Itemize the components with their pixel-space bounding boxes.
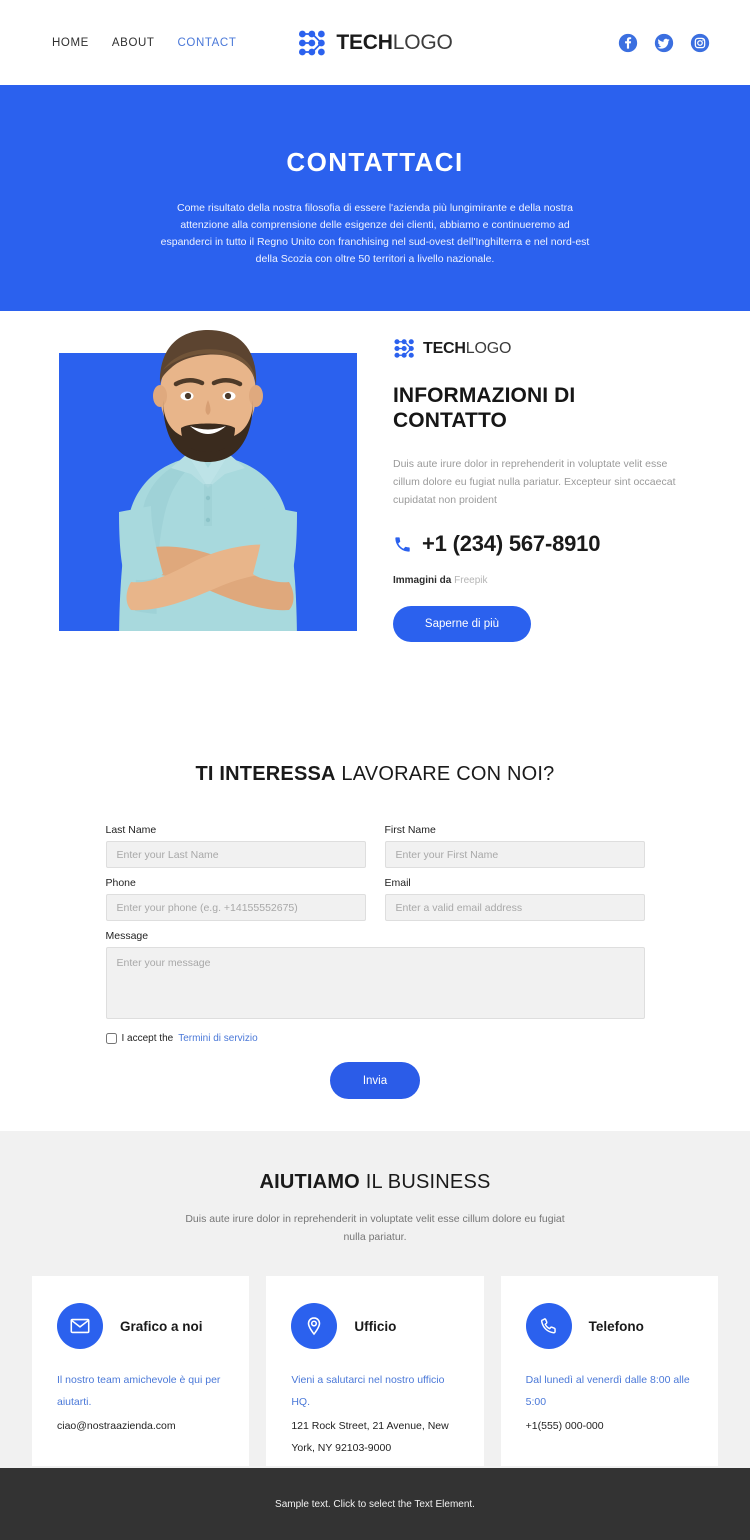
nav-item-about[interactable]: ABOUT (112, 37, 155, 49)
image-credit: Immagini da Freepik (393, 575, 693, 586)
map-pin-glyph-icon (308, 1317, 321, 1336)
envelope-icon (57, 1303, 103, 1349)
techlogo-mark-icon (394, 339, 414, 358)
email-input[interactable] (384, 894, 645, 921)
logo-text-light: LOGO (392, 30, 453, 54)
field-message: Message (105, 930, 645, 1024)
card-detail[interactable]: ciao@nostraazienda.com (57, 1415, 224, 1437)
contact-cards: Grafico a noi Il nostro team amichevole … (32, 1276, 718, 1466)
phone-label: Phone (105, 877, 136, 889)
contact-info-column: TECHLOGO INFORMAZIONI DI CONTATTO Duis a… (393, 338, 693, 642)
hero-paragraph: Come risultato della nostra filosofia di… (160, 202, 590, 265)
help-section: AIUTIAMO IL BUSINESS Duis aute irure dol… (0, 1131, 750, 1494)
card-title: Telefono (588, 1318, 644, 1334)
social-links (618, 33, 710, 53)
learn-more-button[interactable]: Saperne di più (393, 606, 531, 642)
logo-text-bold: TECH (336, 30, 393, 54)
main-nav: HOME ABOUT CONTACT (52, 37, 236, 49)
site-footer: Sample text. Click to select the Text El… (0, 1468, 750, 1540)
image-credit-label: Immagini da (393, 575, 452, 586)
message-textarea[interactable] (105, 947, 645, 1019)
person-illustration (119, 330, 297, 631)
info-logo-text: TECHLOGO (423, 340, 511, 358)
help-subtitle: Duis aute irure dolor in reprehenderit i… (185, 1213, 565, 1243)
nav-item-contact[interactable]: CONTACT (178, 37, 237, 49)
last-name-label: Last Name (105, 824, 157, 836)
form-section-title: TI INTERESSA LAVORARE CON NOI? (0, 763, 750, 786)
field-email: Email (384, 877, 645, 921)
submit-button[interactable]: Invia (330, 1062, 420, 1099)
techlogo-mark-icon (298, 30, 325, 55)
phone-glyph-icon (540, 1318, 556, 1334)
instagram-icon[interactable] (690, 33, 710, 53)
card-title: Grafico a noi (120, 1318, 203, 1334)
accept-terms-checkbox[interactable] (105, 1033, 117, 1044)
phone-icon (525, 1303, 572, 1349)
help-title-rest: IL BUSINESS (359, 1171, 491, 1193)
card-detail: +1(555) 000-000 (525, 1420, 604, 1432)
image-credit-source[interactable]: Freepik (454, 575, 487, 586)
card-header: Grafico a noi (57, 1303, 224, 1349)
info-logo-bold: TECH (423, 339, 466, 357)
first-name-label: First Name (384, 824, 436, 836)
card-description: Dal lunedì al venerdì dalle 8:00 alle 5:… (525, 1374, 690, 1408)
contact-card-phone: Telefono Dal lunedì al venerdì dalle 8:0… (500, 1276, 718, 1466)
phone-icon (395, 536, 410, 552)
phone-input[interactable] (105, 894, 366, 921)
contact-info-section: TECHLOGO INFORMAZIONI DI CONTATTO Duis a… (0, 311, 750, 731)
page-root: HOME ABOUT CONTACT TECHLOGO CONTATTACI C… (0, 0, 750, 1540)
form-title-bold: TI INTERESSA (195, 763, 336, 785)
map-pin-icon (291, 1303, 338, 1349)
phone-number: +1 (234) 567-8910 (422, 531, 601, 556)
terms-acceptance-row: I accept the Termini di servizio (105, 1033, 645, 1044)
contact-card-office: Ufficio Vieni a salutarci nel nostro uff… (266, 1276, 484, 1466)
card-title: Ufficio (354, 1318, 397, 1334)
hero-title: CONTATTACI (286, 147, 464, 177)
phone-row[interactable]: +1 (234) 567-8910 (393, 531, 693, 557)
facebook-icon[interactable] (618, 33, 638, 53)
card-detail: 121 Rock Street, 21 Avenue, New York, NY… (291, 1420, 449, 1454)
nav-item-home[interactable]: HOME (52, 37, 89, 49)
info-lead-text: Duis aute irure dolor in reprehenderit i… (393, 458, 676, 506)
site-header: HOME ABOUT CONTACT TECHLOGO (0, 0, 750, 85)
hero-banner: CONTATTACI Come risultato della nostra f… (0, 85, 750, 311)
contact-form: Last Name First Name Phone Email (105, 824, 645, 1099)
form-row-contact: Phone Email (105, 877, 645, 930)
job-form-section: TI INTERESSA LAVORARE CON NOI? Last Name… (0, 731, 750, 1131)
help-title-bold: AIUTIAMO (259, 1171, 360, 1193)
last-name-input[interactable] (105, 841, 366, 868)
field-phone: Phone (105, 877, 366, 921)
help-section-title: AIUTIAMO IL BUSINESS (0, 1171, 750, 1194)
form-row-names: Last Name First Name (105, 824, 645, 877)
first-name-input[interactable] (384, 841, 645, 868)
field-last-name: Last Name (105, 824, 366, 868)
card-header: Ufficio (291, 1303, 458, 1349)
contact-photo (59, 330, 357, 631)
header-logo-text: TECHLOGO (336, 31, 452, 55)
field-first-name: First Name (384, 824, 645, 868)
envelope-glyph-icon (70, 1318, 90, 1334)
header-logo[interactable]: TECHLOGO (297, 29, 453, 57)
info-logo: TECHLOGO (393, 338, 693, 359)
twitter-icon[interactable] (654, 33, 674, 53)
info-heading: INFORMAZIONI DI CONTATTO (393, 384, 576, 432)
contact-card-email: Grafico a noi Il nostro team amichevole … (32, 1276, 250, 1466)
email-label: Email (384, 877, 411, 889)
footer-text[interactable]: Sample text. Click to select the Text El… (275, 1499, 475, 1510)
terms-of-service-link[interactable]: Termini di servizio (178, 1033, 257, 1044)
accept-terms-text: I accept the (121, 1033, 174, 1044)
info-logo-light: LOGO (465, 339, 512, 357)
card-header: Telefono (525, 1303, 693, 1349)
message-label: Message (105, 930, 149, 942)
form-title-rest: LAVORARE CON NOI? (335, 763, 555, 785)
submit-row: Invia (106, 1062, 645, 1099)
card-description: Il nostro team amichevole è qui per aiut… (57, 1374, 221, 1408)
card-description: Vieni a salutarci nel nostro ufficio HQ. (291, 1374, 445, 1408)
